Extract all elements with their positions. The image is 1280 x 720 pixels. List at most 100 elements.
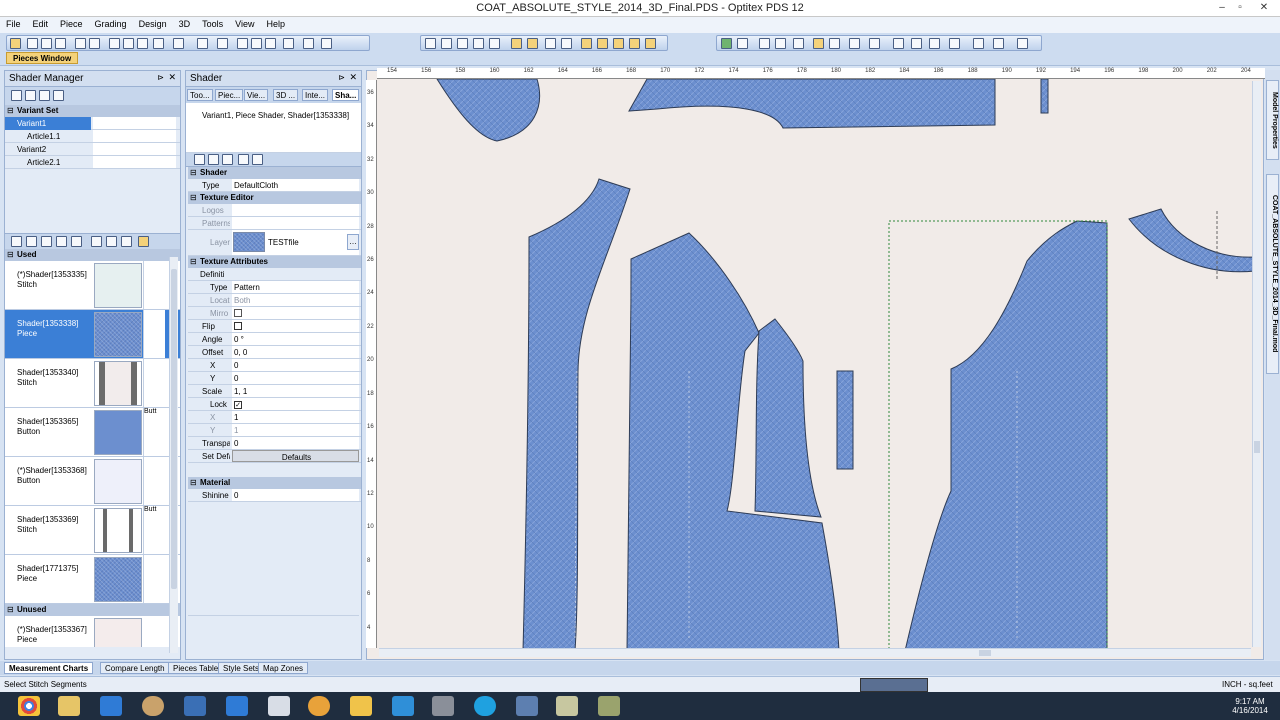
link-shader-icon[interactable] <box>121 236 132 247</box>
optitex-3d-icon[interactable] <box>598 696 620 716</box>
dropbox-alt-icon[interactable] <box>226 696 248 716</box>
shader-swatch[interactable] <box>94 312 142 357</box>
location-value[interactable]: Both <box>232 294 359 306</box>
apply-shader-icon[interactable] <box>91 236 102 247</box>
categorized-icon[interactable] <box>194 154 205 165</box>
transparency-value[interactable]: 0 <box>232 437 359 449</box>
tab-shader[interactable]: Sha... <box>332 89 360 101</box>
menu-file[interactable]: File <box>0 17 27 29</box>
scale-x-value[interactable]: 1 <box>232 411 359 423</box>
plot-icon[interactable] <box>89 38 100 49</box>
type-row[interactable]: Type DefaultCloth <box>188 179 361 192</box>
shader-swatch[interactable] <box>94 459 142 504</box>
tape-icon[interactable] <box>153 38 164 49</box>
attach-icon[interactable] <box>829 38 840 49</box>
redo-icon[interactable] <box>217 38 228 49</box>
fabric-icon[interactable] <box>645 38 656 49</box>
shader-swatch[interactable] <box>94 508 142 553</box>
brush-icon[interactable] <box>929 38 940 49</box>
type-value[interactable]: DefaultCloth <box>232 179 359 191</box>
shader-swatch[interactable] <box>94 557 142 602</box>
scale-y-value[interactable]: 1 <box>232 424 359 436</box>
shader-list-scrollbar[interactable] <box>169 257 178 653</box>
cut-icon[interactable] <box>237 38 248 49</box>
shininess-value[interactable]: 0 <box>232 489 359 501</box>
settings-icon[interactable] <box>1017 38 1028 49</box>
pin-icon[interactable]: ⊳ <box>157 73 164 82</box>
offset-y-value[interactable]: 0 <box>232 372 359 384</box>
edit-shader-icon[interactable] <box>106 236 117 247</box>
scale-y-row[interactable]: Y1 <box>188 424 361 437</box>
rename-variant-icon[interactable] <box>53 90 64 101</box>
variant-name[interactable]: Variant1 <box>5 117 91 130</box>
undo-icon[interactable] <box>197 38 208 49</box>
skype-icon[interactable] <box>474 696 496 716</box>
attr-type-value[interactable]: Pattern <box>232 281 359 293</box>
pattern-canvas[interactable] <box>366 70 1264 660</box>
piece-mode-icon[interactable] <box>511 38 522 49</box>
lock-checkbox[interactable]: ✓ <box>234 401 242 409</box>
horizontal-scrollbar[interactable] <box>379 648 1251 657</box>
open-file-icon[interactable] <box>41 38 52 49</box>
lock-row[interactable]: Lock ✓ <box>188 398 361 411</box>
close-icon[interactable]: ✕ <box>168 72 176 83</box>
delete-variant-icon[interactable] <box>39 90 50 101</box>
definition-row[interactable]: Definiti <box>188 268 361 281</box>
menu-view[interactable]: View <box>229 17 260 29</box>
article-row[interactable]: Article2.1 <box>5 156 180 169</box>
camera-icon[interactable] <box>893 38 904 49</box>
logos-value[interactable] <box>232 204 359 216</box>
mirror-row[interactable]: Mirro <box>188 307 361 320</box>
paste-icon[interactable] <box>265 38 276 49</box>
shader-row-selected[interactable]: Shader[1353338] Piece <box>5 310 180 359</box>
logos-row[interactable]: Logos <box>188 204 361 217</box>
menu-design[interactable]: Design <box>133 17 173 29</box>
texture-editor-group[interactable]: Texture Editor <box>188 192 361 204</box>
minimize-icon[interactable]: – <box>1214 1 1230 15</box>
texture-mode-icon[interactable] <box>527 38 538 49</box>
shader-row[interactable]: (*)Shader[1353368] Button <box>5 457 180 506</box>
variant-name[interactable]: Variant2 <box>17 143 46 156</box>
mirror-checkbox[interactable] <box>234 309 242 317</box>
shader-swatch[interactable] <box>94 410 142 455</box>
tab-measurement-charts[interactable]: Measurement Charts <box>4 662 94 674</box>
article-value[interactable] <box>93 156 176 168</box>
offset-x-value[interactable]: 0 <box>232 359 359 371</box>
new-shader-icon[interactable] <box>11 236 22 247</box>
variant-set-group[interactable]: Variant Set <box>5 105 180 117</box>
tab-model-file[interactable]: COAT_ABSOLUTE_STYLE_2014_3D_Final.mod <box>1266 174 1279 374</box>
tab-piece[interactable]: Piec... <box>215 89 244 101</box>
shader-swatch[interactable] <box>94 618 142 647</box>
fit-icon[interactable] <box>545 38 556 49</box>
shader-swatch[interactable] <box>94 361 142 406</box>
tab-tools[interactable]: Too... <box>187 89 213 101</box>
tab-3d[interactable]: 3D ... <box>273 89 299 101</box>
variant-row[interactable]: Variant2 <box>5 143 180 156</box>
folder-icon[interactable] <box>58 696 80 716</box>
layer-value-field[interactable]: TESTfile … <box>232 230 359 255</box>
piece-shader-icon[interactable] <box>41 236 52 247</box>
menu-help[interactable]: Help <box>260 17 291 29</box>
close-icon[interactable]: ✕ <box>1256 1 1272 15</box>
scale-row[interactable]: Scale 1, 1 <box>188 385 361 398</box>
menu-3d[interactable]: 3D <box>173 17 197 29</box>
play-icon[interactable] <box>775 38 786 49</box>
stretch-icon[interactable] <box>869 38 880 49</box>
chrome-icon[interactable] <box>18 696 40 716</box>
angle-value[interactable]: 0 ° <box>232 333 359 345</box>
offset-y-row[interactable]: Y0 <box>188 372 361 385</box>
shader-group[interactable]: Shader <box>188 167 361 179</box>
scrollbar-thumb[interactable] <box>171 269 177 589</box>
menu-grading[interactable]: Grading <box>89 17 133 29</box>
refresh-icon[interactable] <box>238 154 249 165</box>
texture-attributes-group[interactable]: Texture Attributes <box>188 256 361 268</box>
points-icon[interactable] <box>561 38 572 49</box>
shader-row[interactable]: (*)Shader[1353367] Piece <box>5 616 180 647</box>
transparency-row[interactable]: Transpa 0 <box>188 437 361 450</box>
light-icon[interactable] <box>949 38 960 49</box>
flip-checkbox[interactable] <box>234 322 242 330</box>
display-icon[interactable] <box>973 38 984 49</box>
article-row[interactable]: Article1.1 <box>5 130 180 143</box>
flip-row[interactable]: Flip <box>188 320 361 333</box>
patterns-row[interactable]: Patterns <box>188 217 361 230</box>
